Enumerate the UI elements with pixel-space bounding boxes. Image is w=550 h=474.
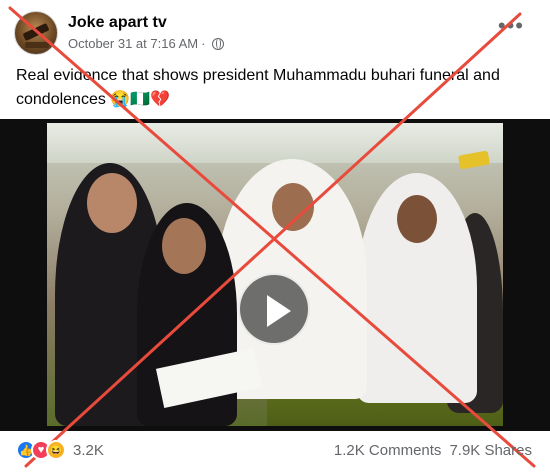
caption-emojis: 😭🇳🇬💔 — [110, 91, 171, 108]
video-player[interactable] — [0, 119, 550, 431]
gavel-icon — [22, 22, 50, 42]
caption-text: Real evidence that shows president Muham… — [16, 67, 500, 108]
post-footer: 👍 ♥ 😆 3.2K 1.2K Comments 7.9K Shares — [0, 438, 550, 466]
comments-count-link[interactable]: 1.2K Comments — [334, 442, 442, 459]
post-time-row: October 31 at 7:16 AM · — [68, 35, 225, 53]
play-icon — [267, 295, 291, 327]
page-avatar[interactable] — [14, 11, 58, 55]
shares-count-link[interactable]: 7.9K Shares — [449, 442, 532, 459]
page-name-link[interactable]: Joke apart tv — [68, 13, 224, 33]
meta-separator: · — [201, 36, 206, 51]
globe-icon — [212, 38, 225, 50]
post-meta: Joke apart tv October 31 at 7:16 AM · — [68, 13, 225, 53]
haha-icon: 😆 — [46, 440, 66, 460]
post-timestamp[interactable]: October 31 at 7:16 AM — [68, 35, 198, 53]
more-options-button[interactable]: ••• — [498, 15, 524, 37]
reaction-count: 3.2K — [73, 441, 104, 459]
post-caption: Real evidence that shows president Muham… — [16, 64, 536, 112]
post-header: Joke apart tv October 31 at 7:16 AM · — [14, 10, 225, 56]
reactions-summary[interactable]: 👍 ♥ 😆 3.2K — [16, 440, 104, 460]
play-button[interactable] — [238, 273, 310, 345]
engagement-stats: 1.2K Comments 7.9K Shares — [334, 442, 532, 459]
